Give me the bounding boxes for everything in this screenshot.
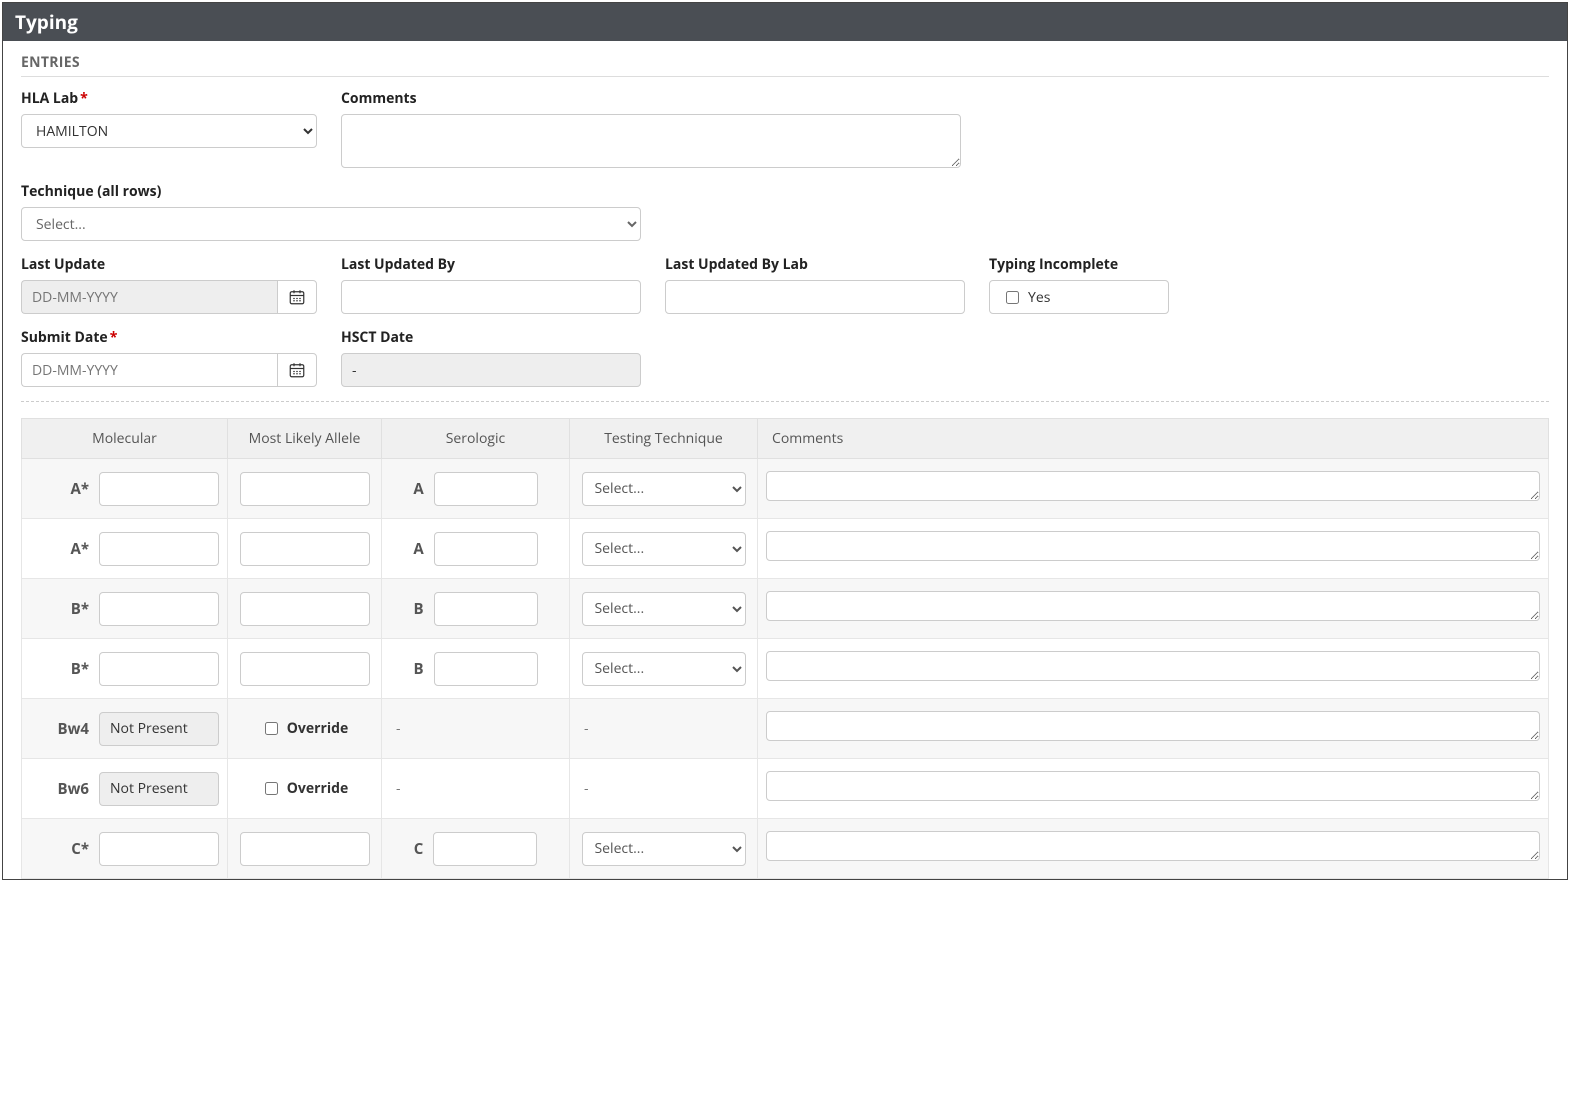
serologic-label: C bbox=[414, 839, 424, 859]
testing-technique-select[interactable]: Select... bbox=[582, 592, 746, 626]
typing-incomplete-box: Yes bbox=[989, 280, 1169, 314]
th-testing-technique: Testing Technique bbox=[570, 419, 758, 459]
row-comments-textarea[interactable] bbox=[766, 471, 1540, 501]
molecular-input[interactable] bbox=[99, 592, 219, 626]
section-divider bbox=[21, 401, 1549, 402]
testing-technique-select[interactable]: Select... bbox=[582, 472, 746, 506]
molecular-label: Bw6 bbox=[49, 779, 89, 799]
serologic-input[interactable] bbox=[434, 472, 538, 506]
typing-incomplete-yes: Yes bbox=[1028, 288, 1050, 307]
hsct-date-label: HSCT Date bbox=[341, 328, 641, 347]
comments-label: Comments bbox=[341, 89, 961, 108]
not-present-input bbox=[99, 772, 219, 806]
testing-technique-select[interactable]: Select... bbox=[582, 832, 746, 866]
th-comments: Comments bbox=[758, 419, 1549, 459]
last-updated-by-input[interactable] bbox=[341, 280, 641, 314]
submit-date-calendar-button[interactable] bbox=[277, 353, 317, 387]
calendar-icon bbox=[288, 288, 306, 306]
allele-input[interactable] bbox=[240, 532, 370, 566]
row-comments-textarea[interactable] bbox=[766, 651, 1540, 681]
typing-panel: Typing ENTRIES HLA Lab* HAMILTON Comment… bbox=[2, 2, 1568, 880]
row-comments-textarea[interactable] bbox=[766, 711, 1540, 741]
allele-input[interactable] bbox=[240, 472, 370, 506]
comments-textarea[interactable] bbox=[341, 114, 961, 168]
testing-technique-select[interactable]: Select... bbox=[582, 532, 746, 566]
last-updated-by-label: Last Updated By bbox=[341, 255, 641, 274]
last-updated-by-lab-input[interactable] bbox=[665, 280, 965, 314]
technique-select[interactable]: Select... bbox=[21, 207, 641, 241]
table-row: Bw4 Override-- bbox=[22, 699, 1549, 759]
serologic-input[interactable] bbox=[434, 532, 538, 566]
table-row: A* A Select... bbox=[22, 519, 1549, 579]
calendar-icon bbox=[288, 361, 306, 379]
not-present-input bbox=[99, 712, 219, 746]
last-updated-by-lab-label: Last Updated By Lab bbox=[665, 255, 965, 274]
serologic-label: A bbox=[413, 479, 423, 499]
molecular-label: A* bbox=[49, 539, 89, 559]
molecular-label: A* bbox=[49, 479, 89, 499]
serologic-dash: - bbox=[390, 779, 401, 798]
serologic-label: B bbox=[413, 599, 423, 619]
serologic-dash: - bbox=[390, 719, 401, 738]
molecular-label: C* bbox=[49, 839, 89, 859]
serologic-input[interactable] bbox=[434, 592, 538, 626]
table-row: C* C Select... bbox=[22, 819, 1549, 879]
override-label: Override bbox=[236, 719, 373, 738]
last-update-input bbox=[21, 280, 277, 314]
page-title: Typing bbox=[3, 3, 1567, 41]
row-comments-textarea[interactable] bbox=[766, 591, 1540, 621]
panel-body: ENTRIES HLA Lab* HAMILTON Comments Techn… bbox=[3, 41, 1567, 879]
table-row: B* B Select... bbox=[22, 579, 1549, 639]
hsct-date-input bbox=[341, 353, 641, 387]
hla-lab-select[interactable]: HAMILTON bbox=[21, 114, 317, 148]
molecular-label: B* bbox=[49, 659, 89, 679]
last-update-label: Last Update bbox=[21, 255, 317, 274]
serologic-label: A bbox=[413, 539, 423, 559]
molecular-input[interactable] bbox=[99, 832, 219, 866]
molecular-label: Bw4 bbox=[49, 719, 89, 739]
row-comments-textarea[interactable] bbox=[766, 831, 1540, 861]
th-serologic: Serologic bbox=[382, 419, 570, 459]
override-label: Override bbox=[236, 779, 373, 798]
row-comments-textarea[interactable] bbox=[766, 771, 1540, 801]
entries-section-title: ENTRIES bbox=[21, 53, 1549, 77]
th-most-likely-allele: Most Likely Allele bbox=[228, 419, 382, 459]
typing-incomplete-label: Typing Incomplete bbox=[989, 255, 1169, 274]
last-update-calendar-button[interactable] bbox=[277, 280, 317, 314]
molecular-input[interactable] bbox=[99, 652, 219, 686]
override-checkbox[interactable] bbox=[265, 782, 278, 795]
technique-dash: - bbox=[578, 779, 589, 798]
serologic-label: B bbox=[413, 659, 423, 679]
testing-technique-select[interactable]: Select... bbox=[582, 652, 746, 686]
override-checkbox[interactable] bbox=[265, 722, 278, 735]
table-row: Bw6 Override-- bbox=[22, 759, 1549, 819]
hla-lab-label: HLA Lab* bbox=[21, 89, 317, 108]
submit-date-label: Submit Date* bbox=[21, 328, 317, 347]
typing-incomplete-checkbox[interactable] bbox=[1006, 291, 1019, 304]
technique-dash: - bbox=[578, 719, 589, 738]
submit-date-input[interactable] bbox=[21, 353, 277, 387]
allele-input[interactable] bbox=[240, 592, 370, 626]
molecular-input[interactable] bbox=[99, 472, 219, 506]
molecular-label: B* bbox=[49, 599, 89, 619]
molecular-input[interactable] bbox=[99, 532, 219, 566]
table-row: A* A Select... bbox=[22, 459, 1549, 519]
serologic-input[interactable] bbox=[433, 832, 537, 866]
allele-input[interactable] bbox=[240, 832, 370, 866]
technique-label: Technique (all rows) bbox=[21, 182, 641, 201]
th-molecular: Molecular bbox=[22, 419, 228, 459]
typing-table: Molecular Most Likely Allele Serologic T… bbox=[21, 418, 1549, 879]
allele-input[interactable] bbox=[240, 652, 370, 686]
row-comments-textarea[interactable] bbox=[766, 531, 1540, 561]
table-row: B* B Select... bbox=[22, 639, 1549, 699]
serologic-input[interactable] bbox=[434, 652, 538, 686]
